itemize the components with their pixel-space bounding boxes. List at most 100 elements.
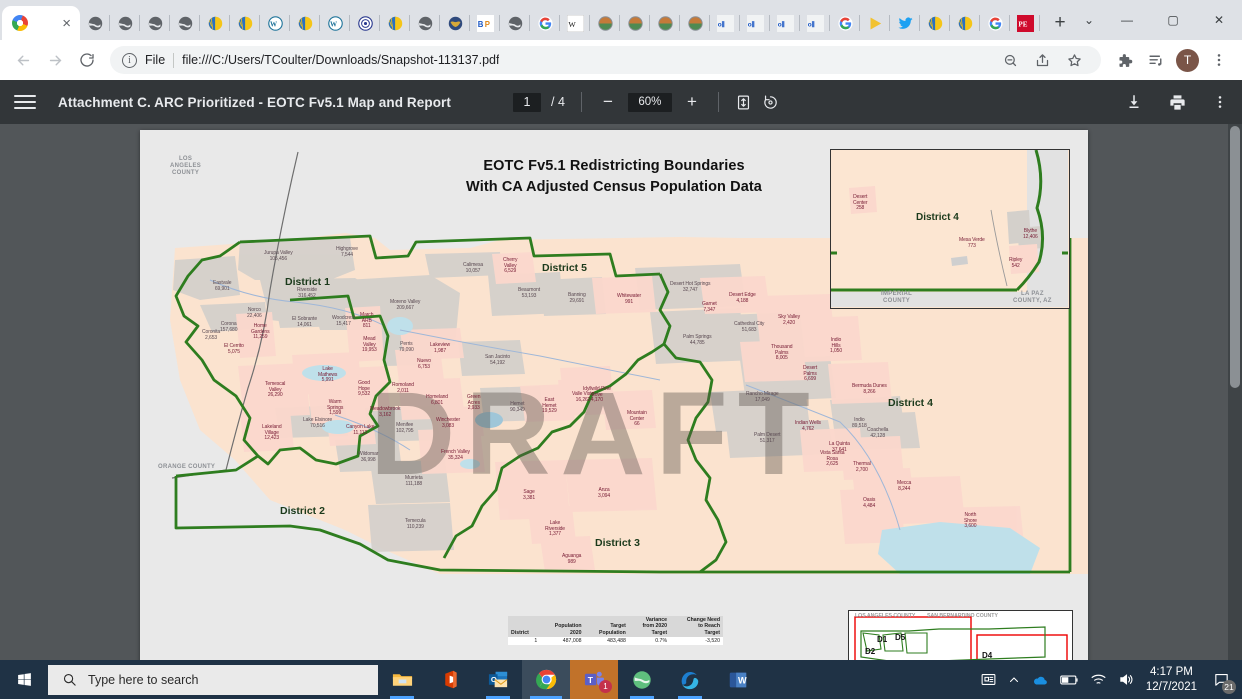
notification-icon[interactable]: 21 [1208, 667, 1236, 694]
scrollbar-thumb[interactable] [1230, 126, 1240, 388]
search-input[interactable]: Type here to search [48, 664, 378, 695]
background-tab-25[interactable] [830, 6, 860, 40]
three-dot-menu-icon[interactable] [1204, 45, 1234, 75]
url-text[interactable]: file:///C:/Users/TCoulter/Downloads/Snap… [182, 53, 499, 67]
county-label: ORANGE COUNTY [158, 464, 216, 470]
background-tab-10[interactable] [380, 6, 410, 40]
background-tab-13[interactable]: BP [470, 6, 500, 40]
taskbar-clock[interactable]: 4:17 PM 12/7/2021 [1146, 665, 1197, 695]
edge-icon[interactable] [666, 660, 714, 699]
outlook-icon[interactable]: O [474, 660, 522, 699]
active-tab[interactable]: × [2, 6, 80, 40]
rotate-icon[interactable] [762, 94, 779, 111]
background-tab-31[interactable]: PE [1010, 6, 1040, 40]
page-number-input[interactable]: 1 [513, 92, 541, 112]
download-icon[interactable] [1125, 93, 1143, 111]
background-tab-12[interactable] [440, 6, 470, 40]
forward-button[interactable] [40, 45, 70, 75]
zoom-out-button[interactable]: − [598, 92, 618, 112]
background-tab-28[interactable] [920, 6, 950, 40]
close-window-button[interactable]: ✕ [1196, 4, 1242, 36]
chevron-up-icon[interactable] [1008, 674, 1020, 686]
background-tab-7[interactable] [290, 6, 320, 40]
olive-icon: o⫼ [806, 14, 824, 32]
background-tab-17[interactable] [590, 6, 620, 40]
file-explorer-icon[interactable] [378, 660, 426, 699]
background-tab-27[interactable] [890, 6, 920, 40]
new-tab-button[interactable]: + [1046, 9, 1074, 37]
globe-dark-icon [507, 15, 524, 32]
place-label: Palm Springs 44,785 [683, 334, 712, 346]
zoom-in-button[interactable]: + [682, 92, 702, 112]
zoom-level-display[interactable]: 60% [627, 92, 672, 112]
background-tab-1[interactable] [110, 6, 140, 40]
background-tab-19[interactable] [650, 6, 680, 40]
tab-search-chevron-down-icon[interactable]: ⌄ [1074, 4, 1104, 36]
google-icon [837, 15, 854, 32]
background-tab-9[interactable] [350, 6, 380, 40]
back-button[interactable] [8, 45, 38, 75]
reload-button[interactable] [72, 45, 102, 75]
place-label: Desert Edge 4,188 [729, 292, 756, 304]
place-label: El Sobrante 14,061 [292, 316, 318, 328]
background-tab-8[interactable]: W [320, 6, 350, 40]
background-tab-14[interactable] [500, 6, 530, 40]
background-tab-22[interactable]: o⫼ [740, 6, 770, 40]
share-icon[interactable] [1027, 45, 1057, 75]
shell-icon [237, 15, 254, 32]
pdf-viewer-area[interactable]: DRAFT EOTC Fv5.1 Redistricting Boundarie… [0, 124, 1242, 660]
background-tab-4[interactable] [200, 6, 230, 40]
background-tab-0[interactable] [80, 6, 110, 40]
overview-district-d5: D5 [895, 633, 906, 642]
background-tab-21[interactable]: o⫼ [710, 6, 740, 40]
background-tab-11[interactable] [410, 6, 440, 40]
viewer-scrollbar[interactable] [1228, 124, 1242, 660]
background-tab-23[interactable]: o⫼ [770, 6, 800, 40]
onedrive-icon[interactable] [1031, 671, 1049, 689]
print-icon[interactable] [1168, 93, 1187, 112]
fit-page-icon[interactable] [735, 94, 752, 111]
zoom-out-icon[interactable] [995, 45, 1025, 75]
reading-list-icon[interactable] [1141, 45, 1171, 75]
olive-icon: o⫼ [716, 14, 734, 32]
minimize-button[interactable]: — [1104, 4, 1150, 36]
volume-icon[interactable] [1118, 672, 1135, 687]
battery-icon[interactable] [1060, 674, 1079, 686]
background-tab-15[interactable] [530, 6, 560, 40]
place-label: Sage 3,381 [523, 489, 536, 501]
profile-avatar[interactable]: T [1176, 48, 1199, 72]
background-tab-30[interactable] [980, 6, 1010, 40]
background-tab-20[interactable] [680, 6, 710, 40]
background-tab-18[interactable] [620, 6, 650, 40]
background-tab-6[interactable]: W [260, 6, 290, 40]
globe-dark-icon [147, 15, 164, 32]
background-tab-29[interactable] [950, 6, 980, 40]
hamburger-icon[interactable] [14, 95, 36, 109]
puzzle-icon[interactable] [1109, 45, 1139, 75]
maximize-button[interactable]: ▢ [1150, 4, 1196, 36]
background-tab-3[interactable] [170, 6, 200, 40]
windows-logo-icon[interactable] [0, 671, 48, 688]
background-tab-24[interactable]: o⫼ [800, 6, 830, 40]
word-icon[interactable]: W [714, 660, 762, 699]
place-label: Indio Hills 1,050 [830, 337, 843, 355]
shell-icon [957, 15, 974, 32]
background-tab-5[interactable] [230, 6, 260, 40]
background-tab-16[interactable]: W [560, 6, 590, 40]
wifi-icon[interactable] [1090, 672, 1107, 687]
close-tab-icon[interactable]: × [62, 16, 71, 31]
inset-place-label: Desert Center 258 [853, 194, 868, 212]
olive-icon: o⫼ [776, 14, 794, 32]
background-tab-26[interactable] [860, 6, 890, 40]
globe-app-icon[interactable] [618, 660, 666, 699]
page-info-icon[interactable]: i [122, 52, 137, 68]
pdf-more-menu-icon[interactable] [1212, 94, 1228, 110]
news-icon[interactable] [980, 671, 997, 688]
background-tab-2[interactable] [140, 6, 170, 40]
star-icon[interactable] [1059, 45, 1089, 75]
place-label: Garnet 7,347 [702, 301, 717, 313]
teams-icon[interactable]: T 1 [570, 660, 618, 699]
chrome-icon[interactable] [522, 660, 570, 699]
address-bar[interactable]: i File file:///C:/Users/TCoulter/Downloa… [110, 46, 1101, 74]
office-icon[interactable] [426, 660, 474, 699]
